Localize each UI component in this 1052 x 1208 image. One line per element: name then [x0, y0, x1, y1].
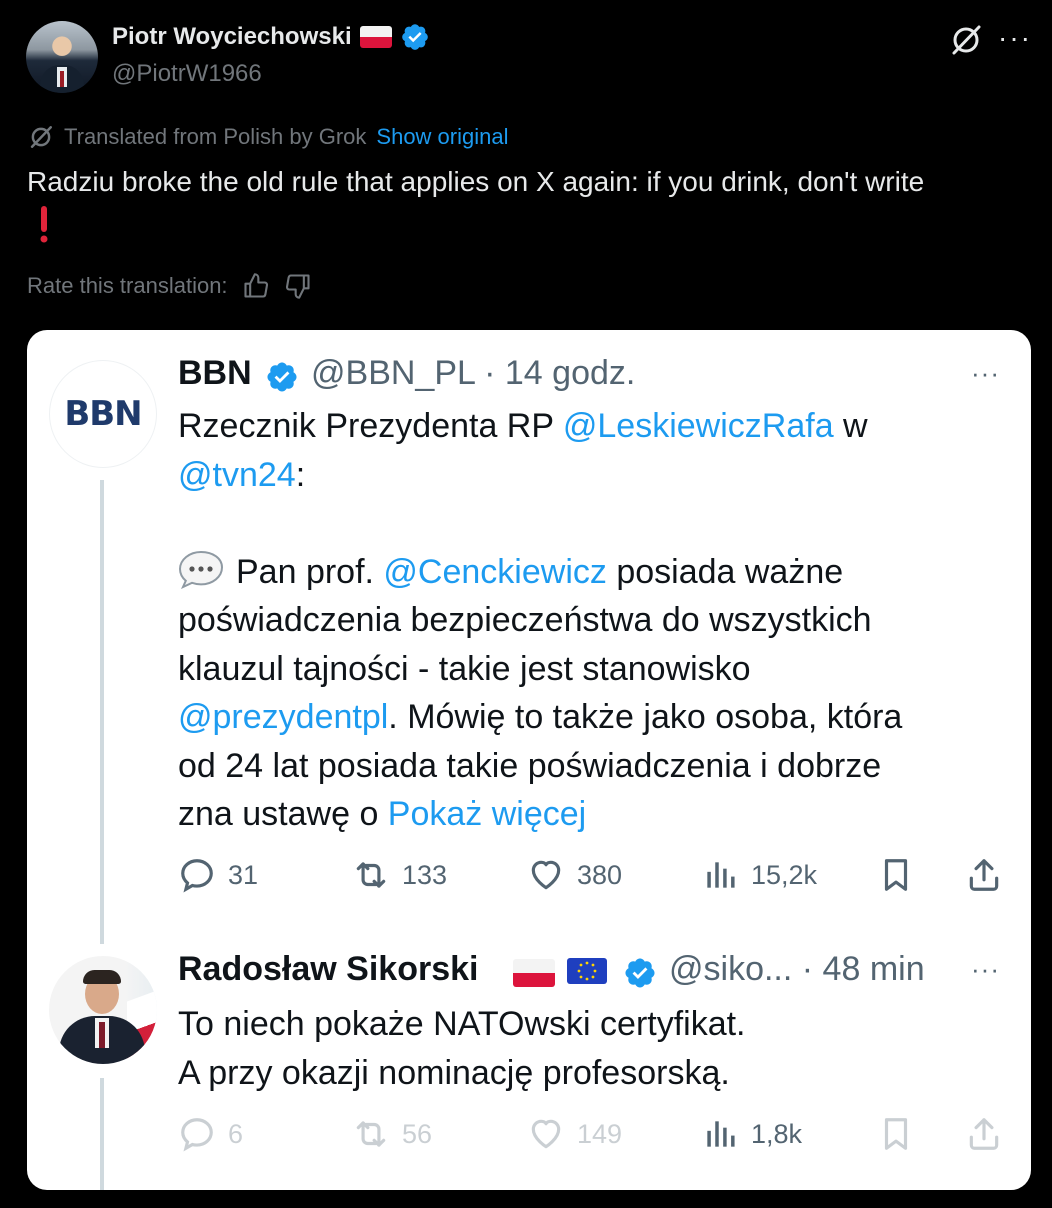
sikorski-repost-action: 56	[352, 1115, 432, 1153]
bbn-tweet-body: Rzecznik Prezydenta RP @LeskiewiczRafa w…	[178, 407, 903, 833]
sikorski-avatar	[49, 956, 157, 1064]
show-original-link[interactable]: Show original	[376, 124, 508, 150]
eu-flag-icon	[567, 958, 607, 984]
sikorski-share-action	[965, 1115, 1003, 1153]
rate-translation-row: Rate this translation:	[27, 272, 312, 300]
reply-icon	[181, 1118, 213, 1152]
mention-prezydentpl: @prezydentpl	[178, 698, 389, 736]
poland-flag-icon	[359, 26, 392, 48]
bbn-views-action: 15,2k	[701, 856, 817, 894]
bbn-repost-count: 133	[402, 859, 448, 890]
sikorski-views-action: 1,8k	[701, 1115, 802, 1153]
bbn-reply-count: 31	[228, 859, 259, 890]
author-handle[interactable]: @PiotrW1966	[112, 60, 262, 88]
bbn-more-icon: ···	[971, 358, 1000, 388]
bbn-bookmark-action	[877, 856, 915, 894]
exclamation-emoji-icon	[40, 206, 48, 243]
bbn-repost-action: 133	[352, 856, 447, 894]
grok-icon[interactable]	[950, 24, 982, 56]
bbn-logo: BBN	[64, 394, 142, 434]
views-icon	[707, 862, 735, 888]
repost-icon	[356, 862, 386, 888]
rate-label: Rate this translation:	[27, 273, 228, 298]
author-name[interactable]: Piotr Woyciechowski	[112, 23, 352, 51]
bbn-name: BBN	[178, 354, 252, 392]
share-icon	[969, 1118, 999, 1150]
author-name-row[interactable]: Piotr Woyciechowski	[112, 22, 430, 52]
show-more-link: Pokaż więcej	[387, 795, 587, 833]
bookmark-icon	[884, 1118, 908, 1150]
bookmark-icon	[884, 859, 908, 891]
thread-connector-2	[100, 1078, 104, 1190]
sikorski-name: Radosław Sikorski	[178, 950, 479, 988]
poland-flag-icon	[513, 959, 555, 987]
sikorski-repost-count: 56	[402, 1118, 433, 1149]
sikorski-handle: @siko...	[669, 950, 793, 988]
thread-connector	[100, 480, 104, 944]
author-avatar[interactable]	[26, 21, 98, 93]
bbn-views-count: 15,2k	[751, 859, 818, 890]
tweet-text: Radziu broke the old rule that applies o…	[27, 166, 925, 197]
mention-leskiewicz: @LeskiewiczRafa	[562, 407, 834, 445]
sikorski-bookmark-action	[877, 1115, 915, 1153]
translation-notice: Translated from Polish by Grok Show orig…	[28, 124, 508, 150]
sikorski-like-count: 149	[577, 1118, 623, 1149]
bbn-avatar: BBN	[49, 360, 157, 468]
sikorski-tweet-body: To niech pokaże NATOwski certyfikat. A p…	[178, 1005, 746, 1092]
share-icon	[969, 859, 999, 891]
quoted-image-card[interactable]: BBN BBN @BBN_PL · 14 godz. ··· Rzecznik …	[27, 330, 1031, 1190]
bbn-share-action	[965, 856, 1003, 894]
more-options-icon[interactable]: ···	[998, 22, 1032, 54]
mention-cenckiewicz: @Cenckiewicz	[383, 552, 607, 591]
heart-icon	[531, 1119, 561, 1149]
heart-icon	[531, 860, 561, 890]
sikorski-views-count: 1,8k	[751, 1118, 803, 1149]
bbn-verified-icon	[267, 362, 297, 392]
thumbs-down-icon[interactable]	[284, 272, 312, 300]
reply-icon	[181, 859, 213, 893]
thumbs-up-icon[interactable]	[242, 272, 270, 300]
sikorski-reply-count: 6	[228, 1118, 244, 1149]
repost-icon	[356, 1121, 386, 1147]
views-icon	[707, 1121, 735, 1147]
bbn-like-count: 380	[577, 859, 623, 890]
speech-bubble-emoji-icon	[178, 550, 224, 589]
bbn-like-action: 380	[527, 856, 622, 894]
translation-notice-text: Translated from Polish by Grok	[64, 124, 367, 149]
bbn-time: · 14 godz.	[484, 354, 636, 392]
grok-small-icon	[30, 126, 52, 148]
sikorski-time: · 48 min	[801, 950, 925, 988]
sikorski-reply-action: 6	[178, 1115, 243, 1153]
sikorski-more-icon: ···	[971, 954, 1000, 984]
bbn-reply-action: 31	[178, 856, 258, 894]
mention-tvn24: @tvn24	[178, 455, 296, 494]
bbn-handle: @BBN_PL	[311, 354, 475, 392]
sikorski-like-action: 149	[527, 1115, 622, 1153]
verified-badge-icon	[401, 24, 428, 50]
sikorski-verified-icon	[625, 958, 655, 988]
